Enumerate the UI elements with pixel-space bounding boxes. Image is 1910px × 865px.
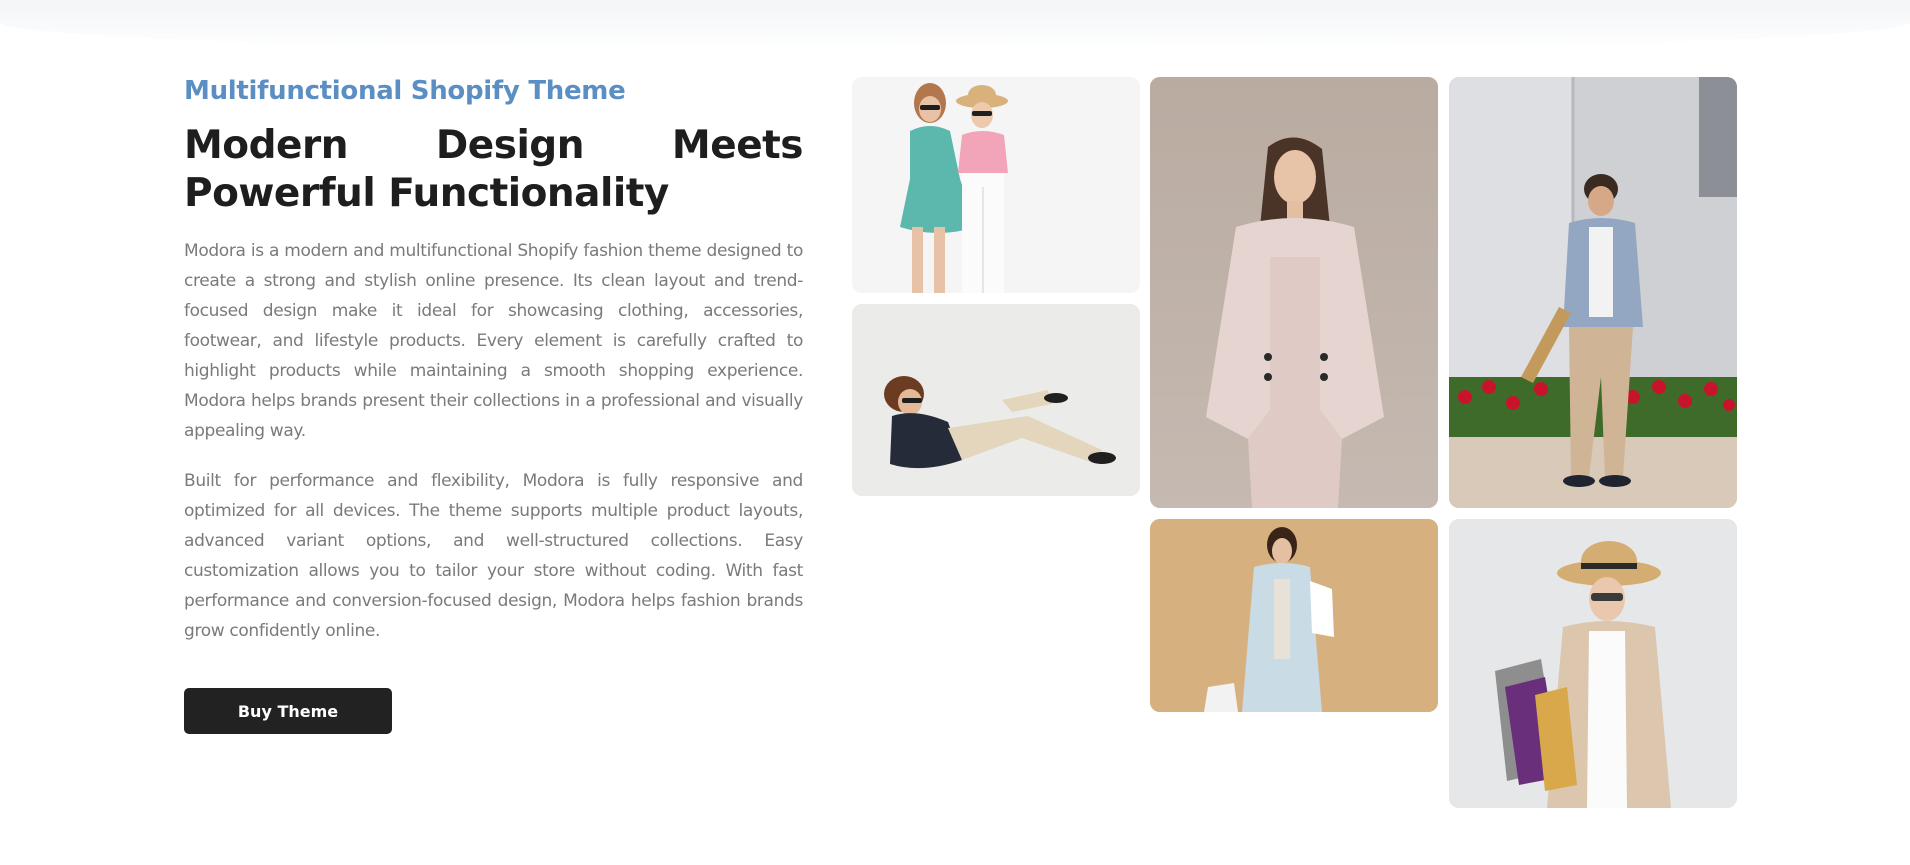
buy-theme-button[interactable]: Buy Theme <box>184 688 392 734</box>
page: Multifunctional Shopify Theme Modern Des… <box>0 0 1910 865</box>
features-paragraph: Built for performance and flexibility, M… <box>184 471 803 641</box>
section-eyebrow: Multifunctional Shopify Theme <box>184 76 626 106</box>
theme-intro: Multifunctional Shopify Theme Modern Des… <box>184 70 804 734</box>
intro-paragraph: Modora is a modern and multifunctional S… <box>184 241 803 441</box>
gallery-image-woman-shopping <box>1449 519 1737 808</box>
gallery-image-woman-coat <box>1150 519 1438 712</box>
section-headline: Modern Design Meets Powerful Functionali… <box>184 123 804 216</box>
gallery-image-man-reclining <box>852 304 1140 496</box>
header-shadow <box>0 0 1910 52</box>
gallery-image-man-denim <box>1449 77 1737 508</box>
gallery-image-woman-blazer <box>1150 77 1438 508</box>
gallery-image-two-women <box>852 77 1140 293</box>
